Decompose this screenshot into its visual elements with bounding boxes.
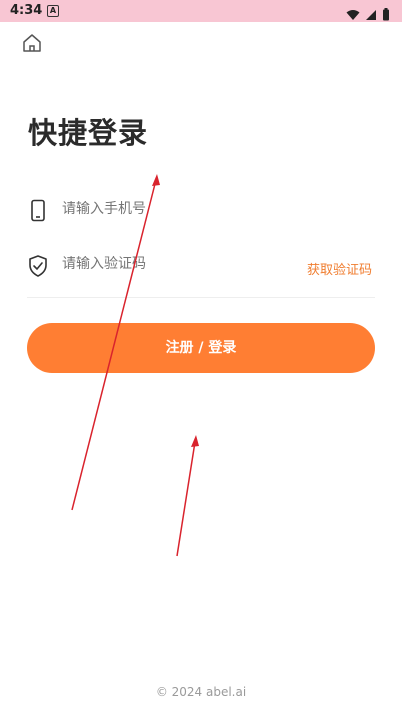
signal-icon	[365, 9, 376, 20]
notification-icon: A	[47, 5, 59, 17]
phone-icon	[31, 199, 45, 222]
code-input[interactable]	[62, 256, 262, 272]
shield-check-icon	[29, 255, 47, 277]
divider	[27, 297, 375, 298]
status-bar: 4:34 A	[0, 0, 402, 22]
phone-row	[27, 191, 375, 231]
register-login-button[interactable]: 注册 / 登录	[27, 323, 375, 373]
get-code-button[interactable]: 获取验证码	[307, 259, 372, 278]
status-time: 4:34	[10, 3, 43, 18]
annotation-arrow-2	[176, 435, 199, 557]
home-button[interactable]	[21, 32, 43, 54]
footer-copyright: © 2024 abel.ai	[155, 685, 247, 699]
battery-icon	[383, 8, 389, 21]
phone-input[interactable]	[62, 201, 262, 217]
wifi-icon	[346, 9, 360, 20]
status-icons	[346, 4, 390, 21]
page-title: 快捷登录	[28, 116, 149, 150]
home-icon	[23, 34, 41, 52]
